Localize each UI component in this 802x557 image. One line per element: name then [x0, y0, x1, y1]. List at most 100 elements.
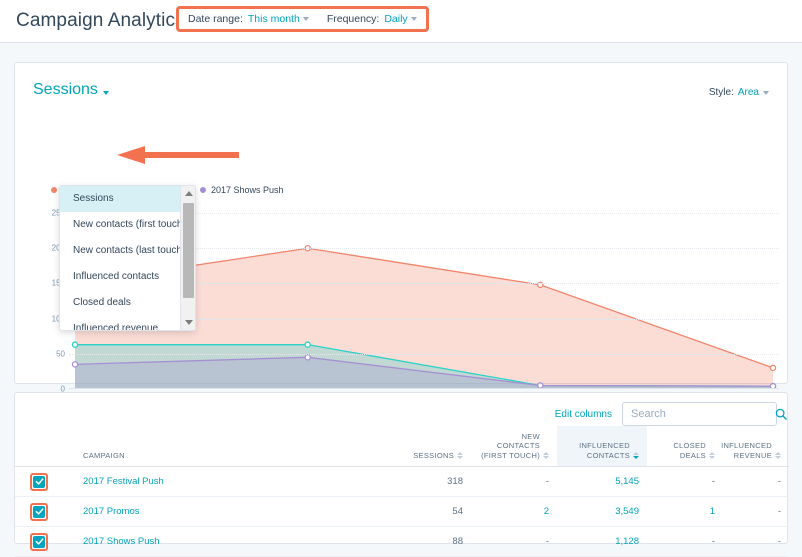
metric-dropdown-item[interactable]: Sessions [60, 186, 182, 212]
date-range-filter[interactable]: Date range: This month [179, 13, 318, 25]
metric-dropdown-item[interactable]: New contacts (first touch) [60, 212, 182, 238]
table-header: CAMPAIGN SESSIONS NEW CONTACTS (FIRST TOUC… [15, 426, 789, 467]
chart-card: Sessions Style: Area 2017 Shows Push 050… [14, 62, 788, 384]
style-selector[interactable]: Style: Area [709, 87, 769, 98]
frequency-value: Daily [384, 13, 407, 25]
column-header-new_contacts_first[interactable]: NEW CONTACTS (FIRST TOUCH) [471, 426, 557, 467]
gridline [69, 354, 779, 355]
table-row: 2017 Festival Push318-5,145-- [15, 467, 789, 497]
select-all-header-cell [15, 426, 63, 467]
scrollbar-thumb[interactable] [183, 203, 194, 298]
column-header-label: INFLUENCED REVENUE [721, 441, 772, 460]
legend-color-dot [51, 187, 57, 193]
cell-influenced_contacts: 1,128 [557, 527, 647, 557]
sort-toggle-icon[interactable] [543, 452, 549, 460]
campaign-table: CAMPAIGN SESSIONS NEW CONTACTS (FIRST TOUC… [15, 426, 789, 557]
metric-selector-label: Sessions [33, 81, 98, 99]
checkbox-annotation-box [30, 533, 48, 551]
scroll-down-arrow-icon[interactable] [181, 315, 196, 330]
row-select-cell [15, 467, 63, 497]
edit-columns-link[interactable]: Edit columns [555, 409, 612, 420]
cell-new_contacts_first: - [471, 527, 557, 557]
column-header-label: INFLUENCED CONTACTS [565, 441, 630, 460]
legend-item[interactable]: 2017 Shows Push [200, 185, 284, 195]
y-axis-tick-label: 50 [56, 349, 65, 358]
column-header-label: SESSIONS [413, 451, 454, 460]
row-checkbox[interactable] [33, 506, 45, 518]
x-axis-line [69, 388, 779, 389]
cell-new_contacts_first: 2 [471, 497, 557, 527]
cell-influenced_revenue: - [723, 527, 789, 557]
column-header-label: CLOSED DEALS [655, 441, 706, 460]
cell-new_contacts_first: - [471, 467, 557, 497]
data-point-marker[interactable] [770, 365, 775, 370]
legend-item-label: 2017 Shows Push [211, 185, 284, 195]
campaign-name-link[interactable]: 2017 Shows Push [63, 527, 383, 557]
table-toolbar: Edit columns [555, 402, 777, 426]
cell-influenced_revenue: - [723, 497, 789, 527]
sort-toggle-icon[interactable] [633, 452, 639, 460]
date-range-label: Date range: [188, 13, 243, 25]
search-box[interactable] [622, 402, 777, 426]
cell-influenced_contacts: 3,549 [557, 497, 647, 527]
metric-selector[interactable]: Sessions [33, 81, 109, 99]
cell-influenced_revenue: - [723, 467, 789, 497]
metric-dropdown-list: SessionsNew contacts (first touch)New co… [60, 186, 182, 330]
data-point-marker[interactable] [72, 362, 77, 367]
sort-toggle-icon[interactable] [775, 452, 781, 460]
campaign-analytics-page: Campaign Analytics Date range: This mont… [0, 0, 802, 552]
data-point-marker[interactable] [305, 342, 310, 347]
chevron-down-icon [411, 17, 417, 21]
cell-sessions: 318 [383, 467, 471, 497]
dropdown-scrollbar[interactable] [180, 186, 195, 330]
cell-closed_deals: 1 [647, 497, 723, 527]
column-header-influenced_contacts[interactable]: INFLUENCED CONTACTS [557, 426, 647, 467]
campaign-name-link[interactable]: 2017 Promos [63, 497, 383, 527]
cell-sessions: 54 [383, 497, 471, 527]
table-row: 2017 Shows Push88-1,128-- [15, 527, 789, 557]
cell-closed_deals: - [647, 527, 723, 557]
column-header-sessions[interactable]: SESSIONS [383, 426, 471, 467]
scroll-up-arrow-icon[interactable] [181, 186, 196, 201]
column-header-influenced_revenue[interactable]: INFLUENCED REVENUE [723, 426, 789, 467]
chevron-down-icon [103, 91, 109, 95]
checkbox-annotation-box [30, 473, 48, 491]
metric-dropdown-item[interactable]: Closed deals [60, 290, 182, 316]
table-header-row: CAMPAIGN SESSIONS NEW CONTACTS (FIRST TOUC… [15, 426, 789, 467]
pointer-arrow-annotation [115, 145, 241, 167]
table-row: 2017 Promos5423,5491- [15, 497, 789, 527]
filters-annotation-box: Date range: This month Frequency: Daily [176, 6, 429, 32]
sort-toggle-icon[interactable] [457, 452, 463, 460]
metric-dropdown-item[interactable]: Influenced contacts [60, 264, 182, 290]
row-select-cell [15, 497, 63, 527]
frequency-label: Frequency: [327, 13, 380, 25]
row-checkbox[interactable] [33, 536, 45, 548]
column-header-campaign: CAMPAIGN [63, 426, 383, 467]
row-select-cell [15, 527, 63, 557]
campaign-table-card: Edit columns CAMPAIGN SESSIONS NEW CONTACT… [14, 392, 788, 544]
cell-closed_deals: - [647, 467, 723, 497]
data-point-marker[interactable] [72, 342, 77, 347]
legend-color-dot [200, 187, 206, 193]
campaign-name-link[interactable]: 2017 Festival Push [63, 467, 383, 497]
column-header-closed_deals[interactable]: CLOSED DEALS [647, 426, 723, 467]
metric-dropdown-item[interactable]: Influenced revenue [60, 316, 182, 331]
cell-sessions: 88 [383, 527, 471, 557]
frequency-filter[interactable]: Frequency: Daily [318, 13, 426, 25]
chevron-down-icon [303, 17, 309, 21]
sort-toggle-icon[interactable] [709, 452, 715, 460]
style-label: Style: [709, 87, 734, 98]
checkbox-annotation-box [30, 503, 48, 521]
metric-dropdown-item[interactable]: New contacts (last touch) [60, 238, 182, 264]
search-input[interactable] [623, 407, 775, 421]
date-range-value: This month [248, 13, 300, 25]
row-checkbox[interactable] [33, 476, 45, 488]
style-value: Area [738, 87, 759, 98]
cell-influenced_contacts: 5,145 [557, 467, 647, 497]
table-body: 2017 Festival Push318-5,145--2017 Promos… [15, 467, 789, 557]
search-icon[interactable] [775, 408, 787, 420]
metric-dropdown-menu: SessionsNew contacts (first touch)New co… [59, 185, 196, 331]
data-point-marker[interactable] [305, 355, 310, 360]
column-header-label: NEW CONTACTS (FIRST TOUCH) [479, 432, 540, 460]
page-title: Campaign Analytics [16, 10, 185, 32]
